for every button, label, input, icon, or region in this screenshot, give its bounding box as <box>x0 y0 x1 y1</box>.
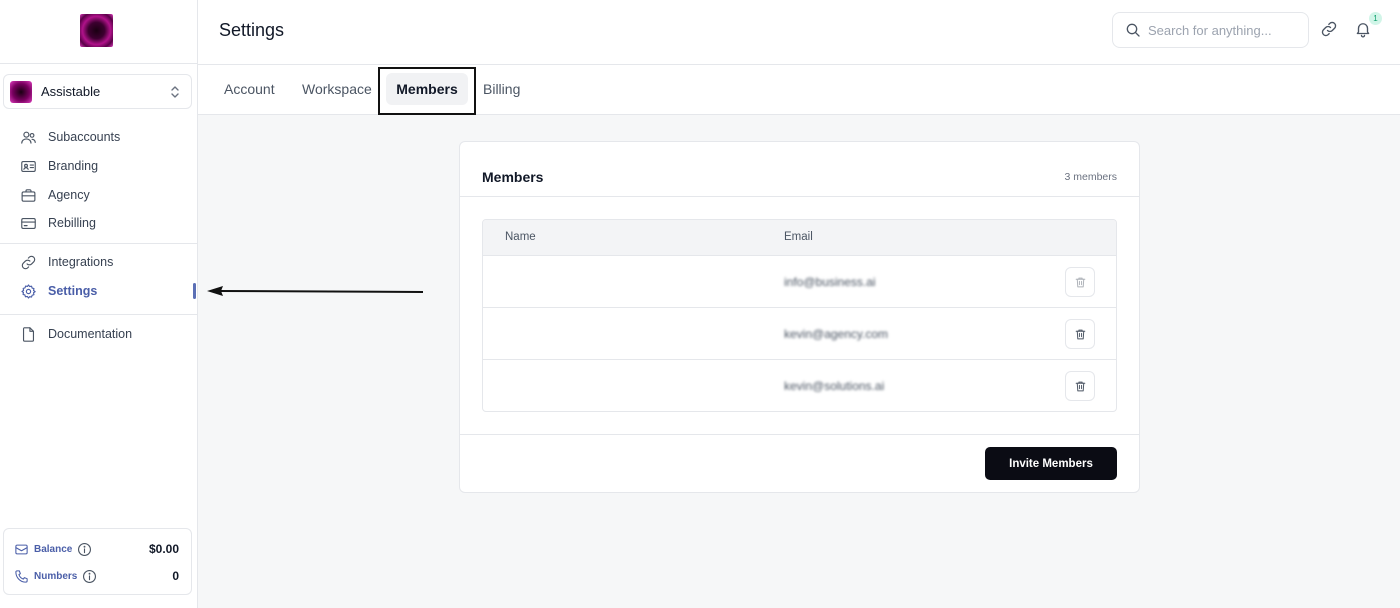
users-icon <box>21 131 36 144</box>
settings-tabs: Account Workspace Members Billing <box>198 65 1400 115</box>
account-switcher[interactable]: Assistable <box>3 74 192 109</box>
search-icon <box>1126 23 1140 37</box>
sidebar-item-subaccounts[interactable]: Subaccounts <box>20 127 120 147</box>
briefcase-icon <box>21 188 36 202</box>
sidebar-item-label: Rebilling <box>48 216 96 230</box>
page-title: Settings <box>219 20 285 40</box>
trash-icon <box>1075 329 1085 339</box>
member-count: 3 members <box>1064 171 1117 183</box>
trash-icon <box>1075 277 1085 287</box>
sidebar-item-rebilling[interactable]: Rebilling <box>20 213 96 233</box>
account-name: Assistable <box>41 84 101 99</box>
card-divider <box>460 434 1139 435</box>
search-box[interactable] <box>1112 12 1309 48</box>
link-icon <box>21 255 36 269</box>
document-icon <box>22 326 35 342</box>
active-indicator <box>193 283 196 299</box>
delete-member-button[interactable] <box>1065 319 1095 349</box>
numbers-row: Numbers 0 <box>14 567 179 585</box>
delete-member-button[interactable] <box>1065 267 1095 297</box>
tab-billing[interactable]: Billing <box>483 81 520 97</box>
tab-workspace[interactable]: Workspace <box>302 81 372 97</box>
members-card: Members 3 members Name Email info@busine… <box>459 141 1140 493</box>
sidebar-item-documentation[interactable]: Documentation <box>20 324 132 344</box>
bell-icon[interactable] <box>1354 20 1372 38</box>
search-input[interactable] <box>1148 22 1288 38</box>
sidebar-divider <box>0 63 198 64</box>
table-row: kevin@solutions.ai <box>483 360 1116 411</box>
balance-card: Balance $0.00 Numbers 0 <box>3 528 192 595</box>
balance-value: $0.00 <box>148 542 179 556</box>
members-table: Name Email info@business.ai kevin@agency… <box>482 219 1117 412</box>
numbers-label: Numbers <box>34 570 78 582</box>
sidebar-item-label: Subaccounts <box>48 130 121 144</box>
invite-members-button[interactable]: Invite Members <box>985 447 1117 480</box>
table-header: Name Email <box>483 220 1116 256</box>
top-header: Settings 1 <box>198 0 1400 65</box>
member-email: info@business.ai <box>784 275 876 289</box>
table-row: kevin@agency.com <box>483 308 1116 360</box>
sidebar-item-label: Documentation <box>48 327 133 341</box>
card-divider <box>460 196 1139 197</box>
sidebar-item-branding[interactable]: Branding <box>20 156 98 176</box>
member-email: kevin@agency.com <box>784 327 889 341</box>
sidebar-item-label: Agency <box>48 188 90 202</box>
credit-card-icon <box>21 217 36 229</box>
sidebar-divider <box>0 314 198 315</box>
annotation-arrow <box>207 286 424 296</box>
card-title: Members <box>482 169 544 185</box>
trash-icon <box>1075 381 1085 391</box>
balance-row: Balance $0.00 <box>14 540 179 558</box>
info-icon[interactable] <box>82 569 97 584</box>
sidebar-divider <box>0 243 198 244</box>
column-header-email: Email <box>784 231 813 243</box>
sidebar-item-settings[interactable]: Settings <box>20 281 97 301</box>
balance-label: Balance <box>34 543 73 555</box>
info-icon[interactable] <box>77 542 92 557</box>
column-header-name: Name <box>505 231 536 243</box>
link-icon[interactable] <box>1320 20 1338 38</box>
chevron-up-down-icon <box>171 86 179 98</box>
phone-icon <box>15 569 28 583</box>
sidebar-item-agency[interactable]: Agency <box>20 185 90 205</box>
table-row: info@business.ai <box>483 256 1116 308</box>
numbers-value: 0 <box>172 569 179 583</box>
id-card-icon <box>21 160 36 172</box>
app-logo[interactable] <box>80 14 113 47</box>
sidebar-item-label: Integrations <box>48 255 114 269</box>
delete-member-button[interactable] <box>1065 371 1095 401</box>
sidebar-item-label: Branding <box>48 159 99 173</box>
member-email: kevin@solutions.ai <box>784 379 885 393</box>
gear-icon <box>21 283 36 299</box>
sidebar-item-label: Settings <box>48 284 98 298</box>
tab-account[interactable]: Account <box>224 81 275 97</box>
account-avatar <box>10 80 32 103</box>
tab-members[interactable]: Members <box>386 73 468 105</box>
notification-badge: 1 <box>1369 12 1382 25</box>
sidebar: Assistable Subaccounts Branding Agency R… <box>0 0 198 608</box>
wallet-icon <box>15 544 28 554</box>
sidebar-item-integrations[interactable]: Integrations <box>20 252 113 272</box>
